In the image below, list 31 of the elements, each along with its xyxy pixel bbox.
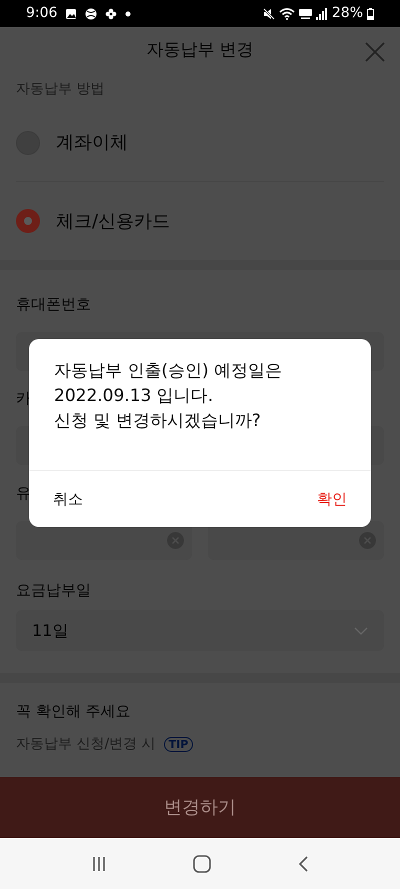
tip-badge[interactable]: TIP <box>164 736 194 752</box>
cancel-button[interactable]: 취소 <box>53 488 83 510</box>
screen-title: 자동납부 변경 <box>146 39 254 62</box>
notice-title: 꼭 확인해 주세요 <box>16 701 132 722</box>
battery-icon <box>367 8 374 20</box>
radio-button[interactable] <box>16 209 40 233</box>
mute-icon <box>262 8 275 20</box>
field-label: 휴대폰번호 <box>16 294 91 314</box>
field-label: 요금납부일 <box>16 580 91 600</box>
back-icon[interactable] <box>297 856 309 872</box>
ball-icon <box>85 8 98 20</box>
status-time: 9:06 <box>26 4 58 23</box>
signal-icon <box>316 8 328 20</box>
dialog-message: 자동납부 인출(승인) 예정일은 2022.09.13 입니다. 신청 및 변경하시겠습니까? <box>54 360 282 433</box>
submit-button[interactable]: 변경하기 <box>0 777 400 838</box>
flower-icon <box>105 8 118 20</box>
battery-percent: 28% <box>332 4 363 23</box>
gallery-icon <box>65 8 78 20</box>
radio-label[interactable]: 계좌이체 <box>56 129 128 156</box>
chevron-down-icon <box>354 626 368 634</box>
wifi-icon <box>278 8 295 20</box>
confirm-button[interactable]: 확인 <box>317 488 347 510</box>
field-label: 카 <box>16 388 31 408</box>
home-icon[interactable] <box>193 854 211 872</box>
radio-label[interactable]: 체크/신용카드 <box>56 208 170 234</box>
dot-icon <box>125 10 132 16</box>
dropdown[interactable]: 11일 <box>16 610 384 651</box>
dropdown-value: 11일 <box>32 620 68 642</box>
hd-voice-icon <box>298 8 312 20</box>
field-label: 유 <box>16 483 31 503</box>
recent-apps-icon[interactable] <box>91 856 107 872</box>
